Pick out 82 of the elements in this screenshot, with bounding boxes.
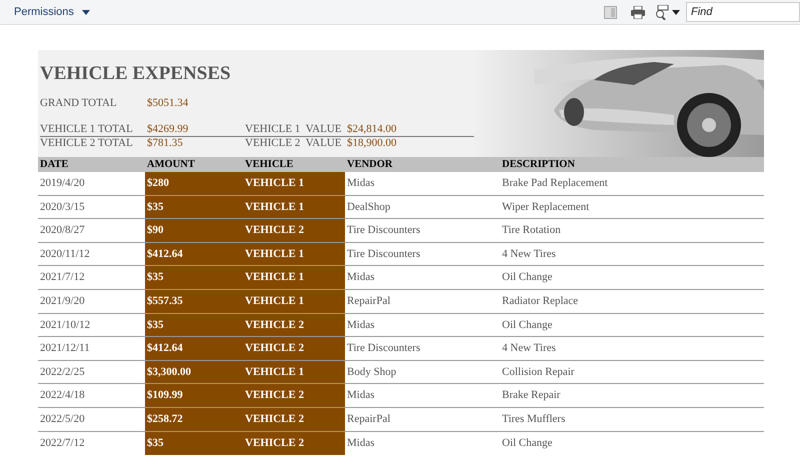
table-cell: VEHICLE 1 bbox=[243, 266, 345, 289]
table-cell: VEHICLE 2 bbox=[243, 384, 345, 407]
table-cell-text: 2020/3/15 bbox=[39, 200, 86, 215]
caret-icon[interactable] bbox=[672, 10, 680, 14]
table-cell-text: 2021/7/12 bbox=[39, 270, 86, 286]
vehicle-total-value: $4269.99 bbox=[147, 123, 190, 136]
table-cell: VEHICLE 2 bbox=[243, 314, 345, 336]
table-cell-text: Collision Repair bbox=[501, 364, 576, 380]
table-cell: VEHICLE 2 bbox=[243, 337, 345, 360]
grand-total-label: GRAND TOTAL bbox=[40, 96, 118, 110]
table-cell-text: 2020/11/12 bbox=[39, 246, 91, 262]
table-cell-text: Body Shop bbox=[346, 364, 398, 380]
table-cell: VEHICLE 1 bbox=[243, 360, 345, 384]
table-cell: $109.99 bbox=[145, 384, 243, 407]
table-cell-text: 4 New Tires bbox=[501, 246, 557, 262]
table-cell-text: Midas bbox=[346, 270, 376, 286]
table-cell-text: Tire Rotation bbox=[501, 223, 562, 238]
table-cell-text: 2021/10/12 bbox=[39, 318, 92, 333]
table-cell-text: Tires Mufflers bbox=[501, 412, 566, 427]
table-cell-text: Tire Discounters bbox=[346, 341, 422, 356]
table-cell-text: Tire Discounters bbox=[346, 246, 422, 262]
print-icon[interactable] bbox=[631, 6, 645, 18]
table-cell-text: Midas bbox=[346, 176, 376, 192]
table-cell-text: 2022/7/12 bbox=[39, 436, 86, 452]
table-cell-text: Oil Change bbox=[501, 270, 554, 286]
table-cell: $557.35 bbox=[145, 290, 243, 313]
table-cell: $90 bbox=[145, 219, 243, 242]
table-cell-text: DealShop bbox=[346, 200, 392, 215]
zoom-icon[interactable] bbox=[655, 4, 669, 20]
permissions-menu[interactable]: Permissions bbox=[14, 4, 90, 20]
table-cell-text: Radiator Replace bbox=[501, 294, 580, 310]
column-header: VENDOR bbox=[346, 158, 394, 172]
table-cell: VEHICLE 1 bbox=[243, 196, 345, 218]
table-cell: VEHICLE 1 bbox=[243, 172, 345, 195]
table-cell-text: 4 New Tires bbox=[501, 341, 557, 356]
table-cell: $35 bbox=[145, 432, 243, 456]
table-cell-text: Oil Change bbox=[501, 436, 554, 452]
vehicle-total-value: $781.35 bbox=[147, 137, 184, 150]
table-cell: VEHICLE 2 bbox=[243, 219, 345, 242]
table-cell-text: RepairPal bbox=[346, 294, 392, 310]
table-cell: $35 bbox=[145, 266, 243, 289]
table-cell-text: Brake Pad Replacement bbox=[501, 176, 609, 192]
vehicle-value: $24,814.00 bbox=[347, 123, 396, 136]
table-cell-text: Midas bbox=[346, 318, 376, 333]
table-cell-text: Wiper Replacement bbox=[501, 200, 590, 215]
table-cell: $280 bbox=[145, 172, 243, 195]
report-title: VEHICLE EXPENSES bbox=[40, 62, 232, 86]
column-header: VEHICLE bbox=[244, 158, 294, 172]
vehicle-value-label: VEHICLE 2 VALUE bbox=[245, 137, 342, 150]
table-cell-text: Brake Repair bbox=[501, 388, 562, 404]
table-cell: VEHICLE 2 bbox=[243, 432, 345, 456]
caret-icon bbox=[82, 10, 90, 14]
table-cell-text: Tire Discounters bbox=[346, 223, 422, 238]
table-cell-text: Midas bbox=[346, 388, 376, 404]
table-cell: $258.72 bbox=[145, 408, 243, 431]
table-cell-text: 2019/4/20 bbox=[39, 176, 86, 192]
find-field[interactable]: Find bbox=[686, 2, 800, 22]
table-cell-text: Midas bbox=[346, 436, 376, 452]
column-header: AMOUNT bbox=[146, 158, 196, 172]
vehicle-value: $18,900.00 bbox=[347, 137, 396, 150]
vehicle-value-label: VEHICLE 1 VALUE bbox=[245, 123, 342, 136]
table-cell: $35 bbox=[145, 314, 243, 336]
vehicle-total-label: VEHICLE 1 TOTAL bbox=[40, 123, 134, 136]
column-header: DATE bbox=[39, 158, 70, 172]
table-cell-text: 2021/12/11 bbox=[39, 341, 91, 356]
table-cell: VEHICLE 1 bbox=[243, 242, 345, 266]
table-cell-text: 2020/8/27 bbox=[39, 223, 86, 238]
table-cell-text: 2021/9/20 bbox=[39, 294, 86, 310]
table-cell: $3,300.00 bbox=[145, 360, 243, 384]
table-cell-text: 2022/4/18 bbox=[39, 388, 86, 404]
table-cell-text: 2022/2/25 bbox=[39, 364, 86, 380]
table-cell-text: Oil Change bbox=[501, 318, 554, 333]
grand-total-value: $5051.34 bbox=[147, 96, 188, 110]
table-cell: VEHICLE 1 bbox=[243, 290, 345, 313]
table-cell-text: 2022/5/20 bbox=[39, 412, 86, 427]
vehicle-total-label: VEHICLE 2 TOTAL bbox=[40, 137, 134, 150]
table-cell: $412.64 bbox=[145, 337, 243, 360]
table-cell-text: RepairPal bbox=[346, 412, 392, 427]
table-cell: VEHICLE 2 bbox=[243, 408, 345, 431]
table-cell: $412.64 bbox=[145, 242, 243, 266]
table-cell: $35 bbox=[145, 196, 243, 218]
column-header: DESCRIPTION bbox=[501, 158, 576, 172]
